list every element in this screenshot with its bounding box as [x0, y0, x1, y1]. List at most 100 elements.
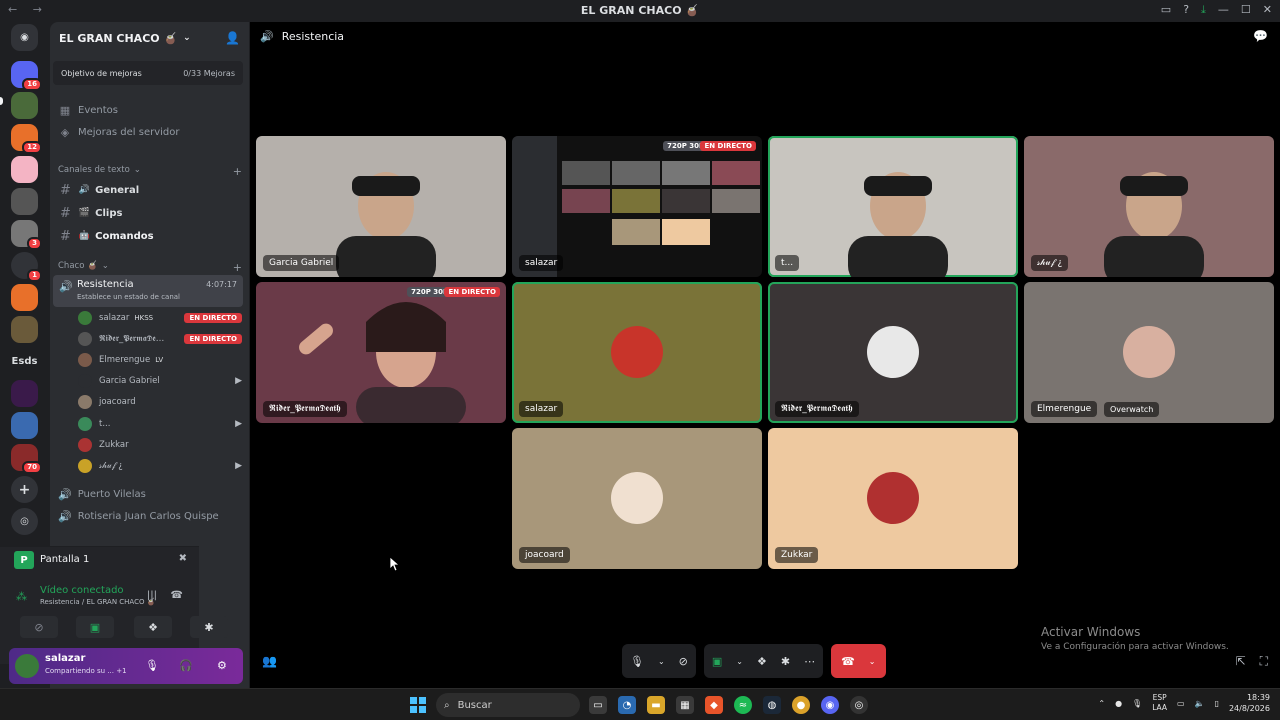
participant-name: Elmerengue — [1031, 401, 1098, 417]
popout-icon[interactable]: ⇱ — [1236, 654, 1246, 669]
soundboard-icon[interactable]: ✱ — [781, 655, 790, 668]
user-status: Compartiendo su ... +1 — [45, 667, 127, 675]
video-tile[interactable]: 𝓈𝒽𝓊𝒻 ¿ — [1024, 136, 1274, 277]
participant-name: t... — [775, 255, 800, 271]
maximize-icon[interactable]: ☐ — [1241, 3, 1251, 17]
microphone-icon[interactable]: 🎙 — [630, 655, 644, 668]
share-group[interactable]: ▣ ⌄ ❖ ✱ ⋯ — [703, 644, 824, 678]
screen-share-icon[interactable]: ▣ — [712, 655, 722, 668]
video-tile[interactable]: Zukkar — [768, 428, 1018, 569]
tray-app-icon[interactable]: ● — [1115, 699, 1122, 708]
stage-channel-name: Resistencia — [281, 30, 345, 43]
search-label: Buscar — [457, 699, 492, 711]
video-tile[interactable]: 𝕽𝖎𝖉𝖊𝖗_𝕻𝖊𝖗𝖒𝖆𝕯𝖊𝖆𝖙𝖍 — [768, 282, 1018, 423]
mic-group[interactable]: 🎙 ⌄ ⊘ — [622, 644, 696, 678]
voice-stage: 🔊 Resistencia 💬 Garcia Gabriel 720P 30FPS… — [250, 22, 1280, 688]
leave-call-button[interactable]: ☎ ⌄ — [831, 644, 886, 678]
video-tile[interactable]: t... — [768, 136, 1018, 277]
avatar — [867, 472, 919, 524]
live-badge: EN DIRECTO — [700, 141, 756, 151]
participant-name: Zukkar — [775, 547, 819, 563]
participant-name: joacoard — [519, 547, 570, 563]
video-tile[interactable]: 720P 30FPS EN DIRECTO salazar — [512, 136, 762, 277]
video-tile[interactable]: joacoard — [512, 428, 762, 569]
download-icon[interactable]: ⤓ — [1201, 3, 1206, 17]
hang-up-icon: ☎ — [841, 654, 855, 668]
task-view-icon[interactable]: ▭ — [589, 696, 607, 714]
microphone-icon[interactable]: 🎙 — [1132, 699, 1142, 708]
screen-share-button[interactable]: ▣ — [76, 616, 114, 638]
widgets-icon[interactable]: ◔ — [618, 696, 636, 714]
noise-suppression-icon[interactable]: ||| — [147, 590, 157, 601]
taskbar-search[interactable]: ⌕ Buscar — [436, 693, 580, 717]
store-icon[interactable]: ▦ — [676, 696, 694, 714]
invite-icon[interactable]: 👥 — [262, 654, 277, 668]
stage-view-controls: ⇱ ⛶ — [1236, 654, 1268, 669]
stage-header: 🔊 Resistencia — [260, 30, 344, 43]
screen-share-icon: P — [14, 551, 34, 569]
more-icon[interactable]: ⋯ — [804, 655, 815, 668]
clock-date: 24/8/2026 — [1228, 704, 1270, 713]
obs-icon[interactable]: ◎ — [850, 696, 868, 714]
clock-time: 18:39 — [1246, 693, 1270, 702]
video-tile[interactable]: Garcia Gabriel — [256, 136, 506, 277]
chat-bubble-icon[interactable]: 💬 — [1253, 29, 1268, 43]
stop-stream-icon[interactable]: ✖ — [179, 553, 187, 564]
close-icon[interactable]: ✕ — [1263, 3, 1272, 17]
participant-name: salazar — [519, 255, 564, 271]
avatar[interactable] — [15, 654, 39, 678]
battery-icon[interactable]: ▯ — [1215, 699, 1219, 708]
user-panel[interactable]: salazar Compartiendo su ... +1 🎙 🎧 ⚙ — [9, 648, 243, 684]
disconnect-icon[interactable]: ☎ — [171, 590, 183, 601]
chrome-icon[interactable]: ● — [792, 696, 810, 714]
gear-icon[interactable]: ⚙ — [217, 659, 227, 672]
clock[interactable]: 18:39 24/8/2026 — [1229, 692, 1270, 714]
camera-off-button[interactable]: ⊘ — [20, 616, 58, 638]
participant-name: Garcia Gabriel — [263, 255, 340, 271]
chevron-down-icon[interactable]: ⌄ — [658, 657, 665, 666]
steam-icon[interactable]: ◍ — [763, 696, 781, 714]
signal-icon[interactable]: ⁂ — [16, 590, 27, 603]
discord-app: ← → EL GRAN CHACO 🧉 ▭ ? ⤓ — ☐ ✕ ◉ 16 12 … — [0, 0, 1280, 688]
input-language[interactable]: ESP LAA — [1152, 693, 1167, 713]
camera-off-icon[interactable]: ⊘ — [679, 655, 688, 668]
sidebar-bottom: P Pantalla 1 ✖ ⁂ Vídeo conectado Resiste… — [0, 22, 249, 688]
video-tile[interactable]: Elmerengue Overwatch — [1024, 282, 1274, 423]
activities-button[interactable]: ❖ — [134, 616, 172, 638]
video-tile[interactable]: 720P 30FPS EN DIRECTO 𝕽𝖎𝖉𝖊𝖗_𝕻𝖊𝖗𝖒𝖆𝕯𝖊𝖆𝖙𝖍 — [256, 282, 506, 423]
chevron-up-icon[interactable]: ⌃ — [1098, 699, 1105, 708]
network-icon[interactable]: ▭ — [1177, 699, 1185, 708]
game-activity: Overwatch — [1104, 402, 1160, 417]
file-explorer-icon[interactable]: ▬ — [647, 696, 665, 714]
participant-name: 𝕽𝖎𝖉𝖊𝖗_𝕻𝖊𝖗𝖒𝖆𝕯𝖊𝖆𝖙𝖍 — [775, 401, 859, 417]
user-name: salazar — [45, 653, 86, 664]
video-tile[interactable]: salazar — [512, 282, 762, 423]
windows-taskbar: ⌕ Buscar ▭ ◔ ▬ ▦ ◆ ≈ ◍ ● ◉ ◎ ⌃ ● 🎙 ESP LA… — [0, 688, 1280, 720]
soundboard-icon: ✱ — [204, 620, 214, 634]
microphone-icon[interactable]: 🎙 — [145, 659, 159, 672]
chevron-down-icon[interactable]: ⌄ — [869, 657, 876, 666]
lang-layout: LAA — [1152, 703, 1168, 712]
camera-off-icon: ⊘ — [34, 620, 44, 634]
brave-icon[interactable]: ◆ — [705, 696, 723, 714]
minimize-icon[interactable]: — — [1218, 3, 1229, 17]
watermark-subtitle: Ve a Configuración para activar Windows. — [1041, 642, 1229, 652]
activities-icon[interactable]: ❖ — [757, 655, 767, 668]
help-icon[interactable]: ? — [1183, 3, 1189, 17]
window-controls: ▭ ? ⤓ — ☐ ✕ — [1161, 3, 1272, 17]
spotify-icon[interactable]: ≈ — [734, 696, 752, 714]
voice-location[interactable]: Resistencia / EL GRAN CHACO 🧉 — [40, 598, 155, 606]
speaker-icon: 🔊 — [260, 30, 274, 43]
inbox-icon[interactable]: ▭ — [1161, 3, 1171, 17]
fullscreen-icon[interactable]: ⛶ — [1260, 654, 1268, 669]
participant-name: 𝓈𝒽𝓊𝒻 ¿ — [1031, 255, 1069, 271]
participant-name: 𝕽𝖎𝖉𝖊𝖗_𝕻𝖊𝖗𝖒𝖆𝕯𝖊𝖆𝖙𝖍 — [263, 401, 347, 417]
discord-icon[interactable]: ◉ — [821, 696, 839, 714]
windows-start-icon[interactable] — [410, 697, 426, 713]
user-status-text: Compartiendo su ... — [45, 667, 114, 675]
avatar — [611, 326, 663, 378]
headphones-icon[interactable]: 🎧 — [179, 659, 193, 672]
volume-icon[interactable]: 🔈 — [1195, 699, 1205, 708]
chevron-down-icon[interactable]: ⌄ — [736, 657, 743, 666]
soundboard-button[interactable]: ✱ — [190, 616, 228, 638]
